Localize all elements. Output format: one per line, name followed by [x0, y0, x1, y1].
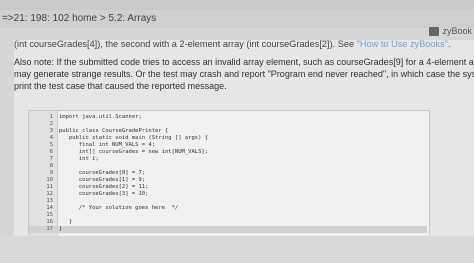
book-icon: [429, 26, 440, 36]
code-line-active[interactable]: 17}: [29, 226, 427, 233]
code-text: courseGrades[1] = 9;: [59, 177, 146, 183]
note-line: may generate strange results. Or the tes…: [14, 69, 474, 79]
code-text: courseGrades[3] = 10;: [59, 191, 149, 197]
instructions-text: (int courseGrades[4]), the second with a…: [14, 39, 357, 49]
browser-top-strip: [0, 0, 474, 10]
line-number: 11: [46, 184, 53, 190]
line-number: 13: [46, 198, 53, 204]
note-paragraph: Also note: If the submitted code tries t…: [14, 56, 474, 92]
code-editor[interactable]: 1 import java.util.Scanner; 2 3 public cla…: [28, 110, 430, 238]
code-text: final int NUM_VALS = 4;: [59, 142, 156, 148]
code-text: public class CourseGradePrinter {: [59, 128, 169, 134]
line-number: 2: [49, 121, 53, 127]
code-line[interactable]: 5 final int NUM_VALS = 4;: [29, 142, 427, 149]
line-number: 5: [49, 142, 53, 148]
breadcrumb[interactable]: =>21: 198: 102 home > 5.2: Arrays: [0, 10, 474, 28]
code-text: }: [59, 226, 63, 232]
line-number: 16: [46, 219, 53, 225]
line-number: 12: [46, 191, 53, 197]
line-number: 8: [49, 163, 53, 169]
code-line[interactable]: 16 }: [29, 219, 427, 226]
zybooks-brand[interactable]: zyBook: [429, 22, 474, 40]
code-line[interactable]: 2: [29, 121, 427, 128]
code-line[interactable]: 13: [29, 198, 427, 205]
code-line[interactable]: 10 courseGrades[1] = 9;: [29, 177, 427, 184]
code-line[interactable]: 3 public class CourseGradePrinter {: [29, 128, 427, 135]
line-number: 3: [49, 128, 53, 134]
code-line[interactable]: 11 courseGrades[2] = 11;: [29, 184, 427, 191]
bottom-area: [0, 236, 474, 263]
code-line[interactable]: 9 courseGrades[0] = 7;: [29, 170, 427, 177]
line-number: 7: [49, 156, 53, 162]
line-number: 6: [49, 149, 53, 155]
line-number: 1: [49, 114, 53, 120]
line-number: 4: [49, 135, 53, 141]
code-line[interactable]: 6 int[] courseGrades = new int[NUM_VALS]…: [29, 149, 427, 156]
brand-label: zyBook: [442, 26, 472, 36]
code-line[interactable]: 7 int i;: [29, 156, 427, 163]
note-line: Also note: If the submitted code tries t…: [14, 57, 474, 67]
code-text: import java.util.Scanner;: [59, 114, 142, 120]
code-line[interactable]: 14 /* Your solution goes here */: [29, 205, 427, 212]
code-text: int[] courseGrades = new int[NUM_VALS];: [59, 149, 209, 155]
code-text: public static void main (String [] args)…: [59, 135, 209, 141]
line-number: 14: [46, 205, 53, 211]
code-line[interactable]: 1 import java.util.Scanner;: [29, 114, 427, 121]
code-text: int i;: [59, 156, 99, 162]
code-text: courseGrades[0] = 7;: [59, 170, 146, 176]
code-line[interactable]: 15: [29, 212, 427, 219]
code-text: /* Your solution goes here */: [59, 205, 179, 211]
line-number: 9: [49, 170, 53, 176]
line-number: 15: [46, 212, 53, 218]
line-number: 17: [46, 226, 53, 232]
note-line: print the test case that caused the repo…: [14, 81, 227, 91]
code-line[interactable]: 4 public static void main (String [] arg…: [29, 135, 427, 142]
how-to-use-zybooks-link[interactable]: "How to Use zyBooks": [357, 39, 448, 49]
instructions-line: (int courseGrades[4]), the second with a…: [14, 39, 474, 49]
code-text: }: [59, 219, 73, 225]
code-line[interactable]: 8: [29, 163, 427, 170]
code-text: courseGrades[2] = 11;: [59, 184, 149, 190]
instructions-suffix: .: [447, 39, 451, 49]
code-line[interactable]: 12 courseGrades[3] = 10;: [29, 191, 427, 198]
line-number: 10: [46, 177, 53, 183]
